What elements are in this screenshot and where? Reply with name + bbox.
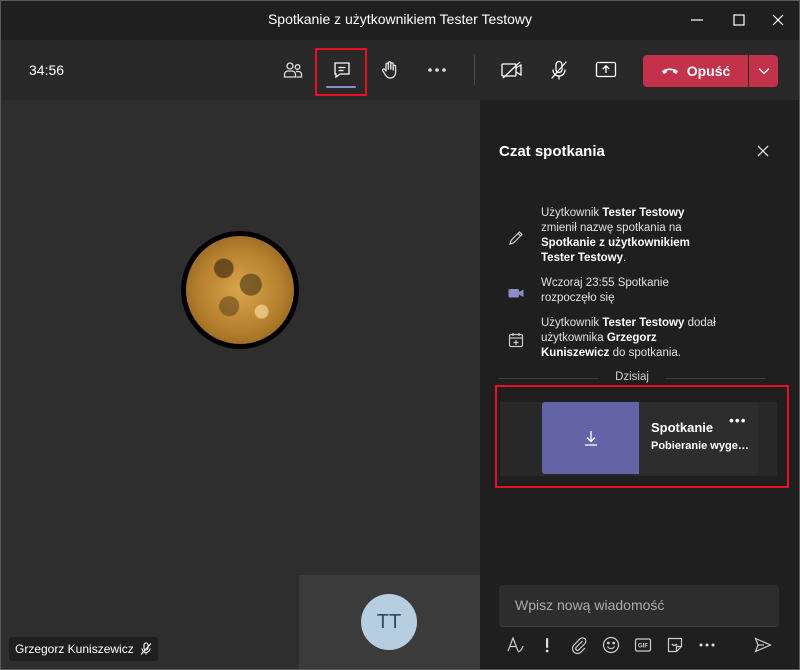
day-separator-label: Dzisiaj xyxy=(615,371,649,383)
more-options-icon[interactable] xyxy=(423,56,451,84)
attach-icon[interactable] xyxy=(569,635,589,655)
close-window-icon[interactable] xyxy=(766,8,790,32)
mic-off-icon[interactable] xyxy=(545,56,573,84)
gif-icon[interactable]: GIF xyxy=(633,635,653,655)
file-card-highlight xyxy=(495,385,789,488)
emoji-icon[interactable] xyxy=(601,635,621,655)
toolbar-divider xyxy=(474,55,475,85)
send-icon[interactable] xyxy=(753,635,773,655)
system-message-added: Użytkownik Tester Testowy dodał użytkown… xyxy=(541,317,716,359)
system-message-started: Wczoraj 23:55 Spotkanie rozpoczęło się xyxy=(541,277,669,304)
leave-label: Opuść xyxy=(686,63,731,79)
compose-box xyxy=(499,585,779,627)
svg-text:GIF: GIF xyxy=(638,644,648,650)
day-separator: Dzisiaj xyxy=(499,371,765,385)
meeting-camera-icon xyxy=(507,284,525,302)
chat-button-highlight xyxy=(315,48,367,96)
participant-name-tag: Grzegorz Kuniszewicz xyxy=(9,637,158,661)
maximize-icon[interactable] xyxy=(727,8,751,32)
window-title: Spotkanie z użytkownikiem Tester Testowy xyxy=(267,11,533,27)
pencil-icon xyxy=(507,229,525,247)
self-avatar: TT xyxy=(361,594,417,650)
important-icon[interactable] xyxy=(537,635,557,655)
format-icon[interactable] xyxy=(505,635,525,655)
participant-avatar xyxy=(181,231,299,349)
chat-title: Czat spotkania xyxy=(499,143,605,160)
title-bar: Spotkanie z użytkownikiem Tester Testowy xyxy=(0,0,800,40)
muted-mic-icon xyxy=(140,642,152,655)
message-input[interactable] xyxy=(515,597,765,613)
leave-dropdown-button[interactable] xyxy=(749,55,778,87)
meeting-timer: 34:56 xyxy=(29,62,65,78)
minimize-icon[interactable] xyxy=(685,8,709,32)
hang-up-icon xyxy=(661,68,678,74)
camera-off-icon[interactable] xyxy=(498,56,526,84)
participants-icon[interactable] xyxy=(279,56,307,84)
share-screen-icon[interactable] xyxy=(592,56,620,84)
leave-button[interactable]: Opuść xyxy=(643,55,748,87)
moon-image xyxy=(186,236,294,344)
raise-hand-icon[interactable] xyxy=(376,56,404,84)
chevron-down-icon xyxy=(758,68,769,75)
system-message-rename: Użytkownik Tester Testowy zmienił nazwę … xyxy=(541,207,690,264)
participant-name: Grzegorz Kuniszewicz xyxy=(15,642,134,656)
more-apps-icon[interactable] xyxy=(697,635,717,655)
close-icon[interactable] xyxy=(754,142,772,160)
chat-active-indicator xyxy=(326,86,356,88)
sticker-icon[interactable] xyxy=(665,635,685,655)
calendar-add-icon xyxy=(507,331,525,349)
